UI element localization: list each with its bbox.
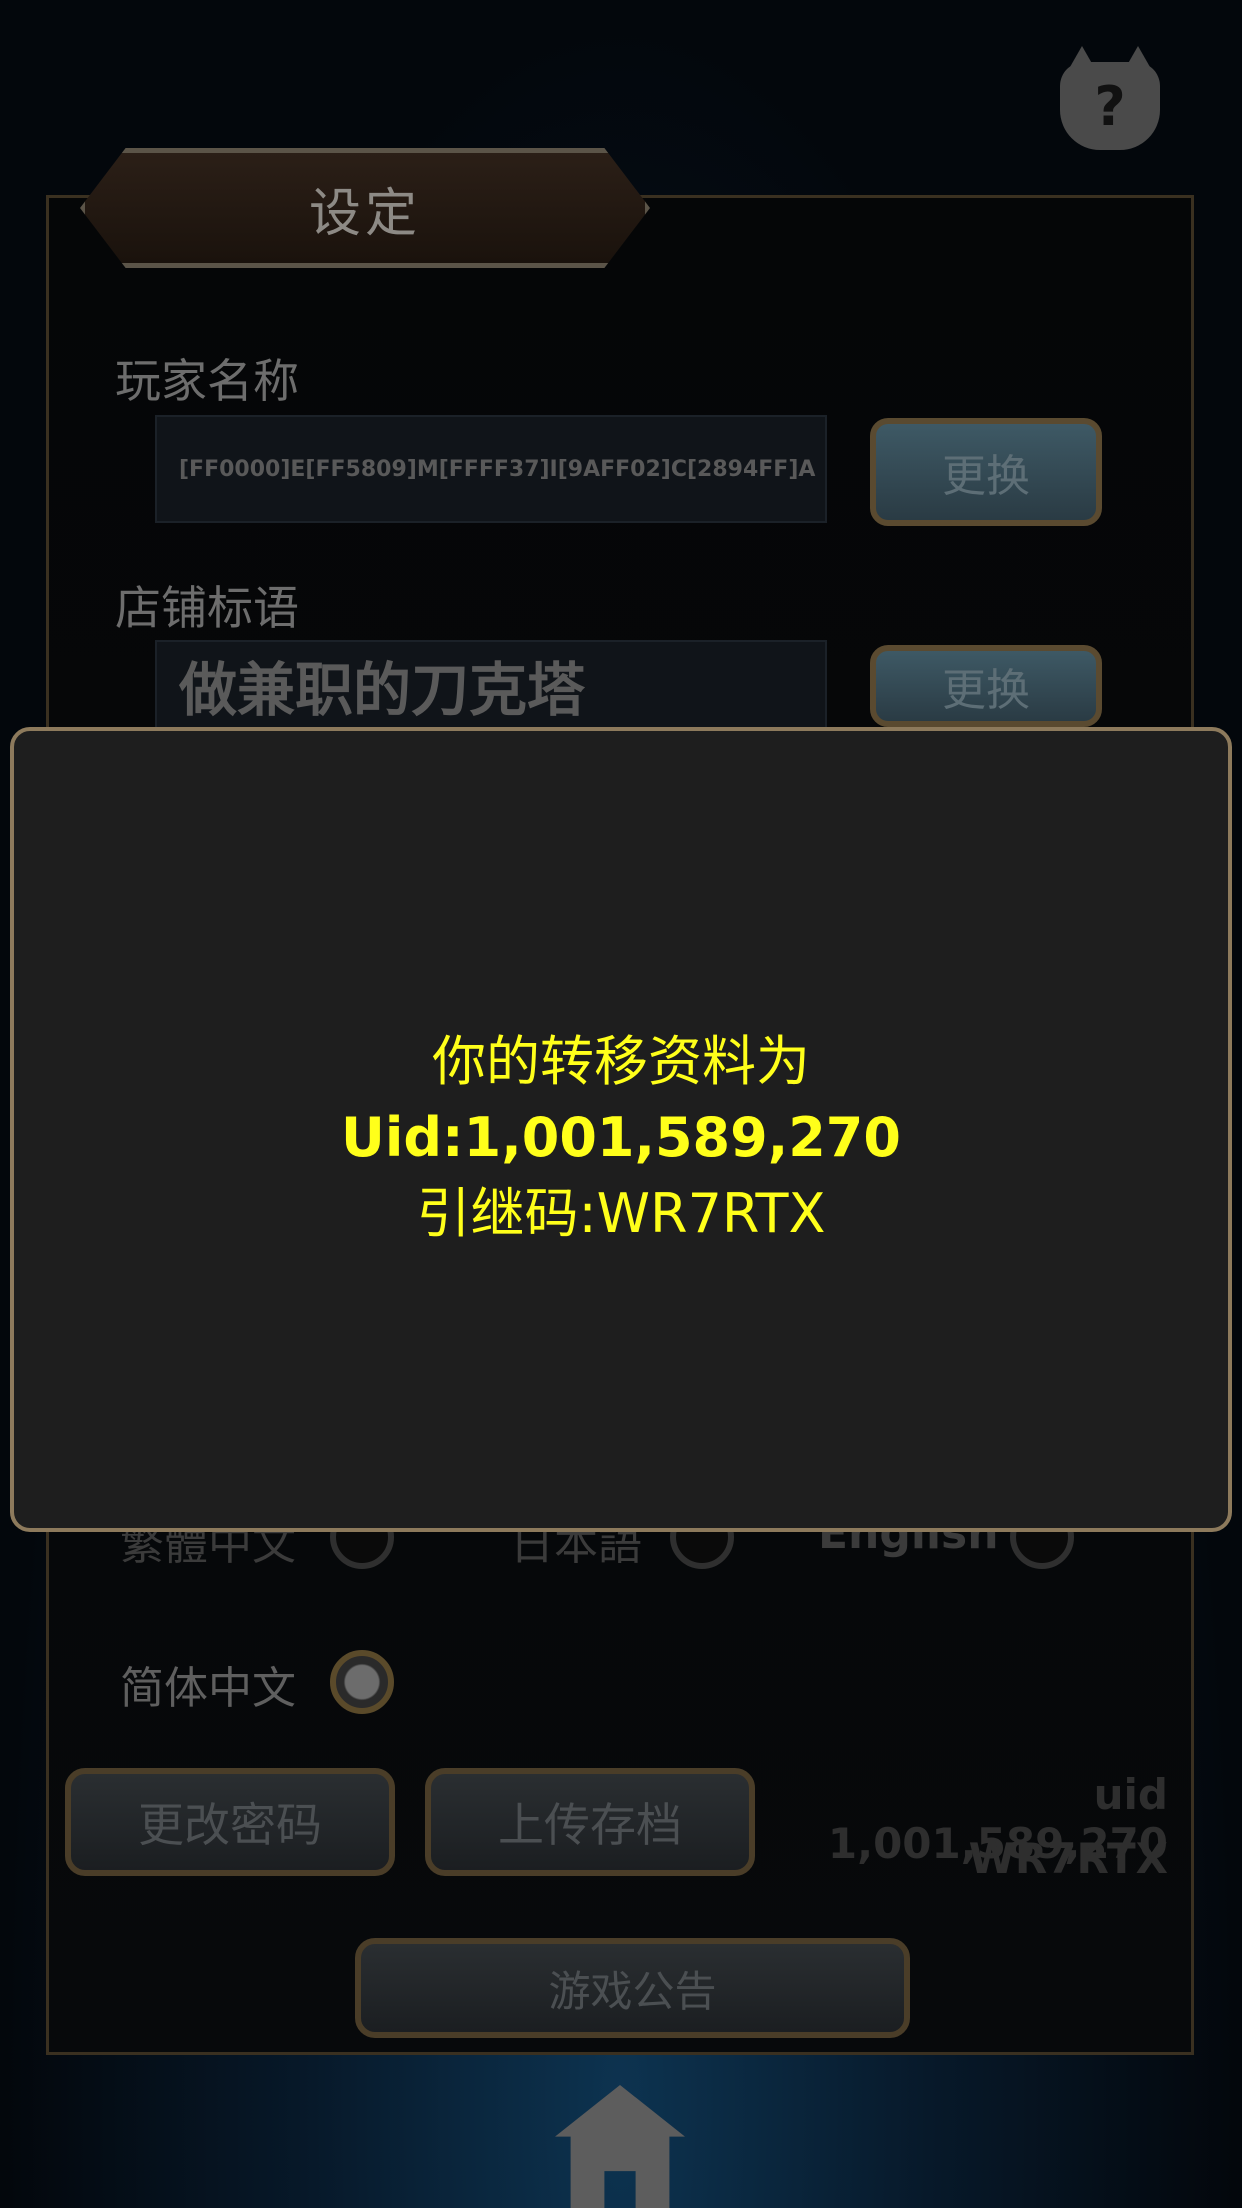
account-code: WR7RTX: [968, 1834, 1168, 1883]
lang-simplified-label: 简体中文: [120, 1663, 296, 1714]
page-title: 设定: [308, 183, 421, 244]
change-password-button[interactable]: 更改密码: [65, 1768, 395, 1876]
transfer-info-text: 你的转移资料为 Uid:1,001,589,270 引继码:WR7RTX: [14, 1024, 1228, 1252]
shop-slogan-label: 店铺标语: [115, 581, 299, 635]
transfer-info-dialog[interactable]: 你的转移资料为 Uid:1,001,589,270 引继码:WR7RTX: [10, 727, 1232, 1532]
transfer-code: 引继码:WR7RTX: [416, 1182, 826, 1245]
shop-slogan-field[interactable]: 做兼职的刀克塔: [155, 640, 827, 730]
title-plate: 设定: [80, 148, 650, 268]
player-name-field[interactable]: [FF0000]E[FF5809]M[FFFF37]I[9AFF02]C[289…: [155, 415, 827, 523]
transfer-uid: Uid:1,001,589,270: [341, 1106, 901, 1169]
shop-slogan-value: 做兼职的刀克塔: [179, 656, 586, 724]
change-name-button[interactable]: 更换: [870, 418, 1102, 526]
lang-simplified-radio[interactable]: [330, 1650, 394, 1714]
player-name-label: 玩家名称: [115, 354, 299, 408]
transfer-info-heading: 你的转移资料为: [432, 1030, 810, 1093]
change-slogan-button[interactable]: 更换: [870, 645, 1102, 727]
announcement-button[interactable]: 游戏公告: [355, 1938, 910, 2038]
player-name-value: [FF0000]E[FF5809]M[FFFF37]I[9AFF02]C[289…: [179, 456, 816, 482]
help-cat-icon[interactable]: ?: [1060, 46, 1160, 150]
upload-save-button[interactable]: 上传存档: [425, 1768, 755, 1876]
